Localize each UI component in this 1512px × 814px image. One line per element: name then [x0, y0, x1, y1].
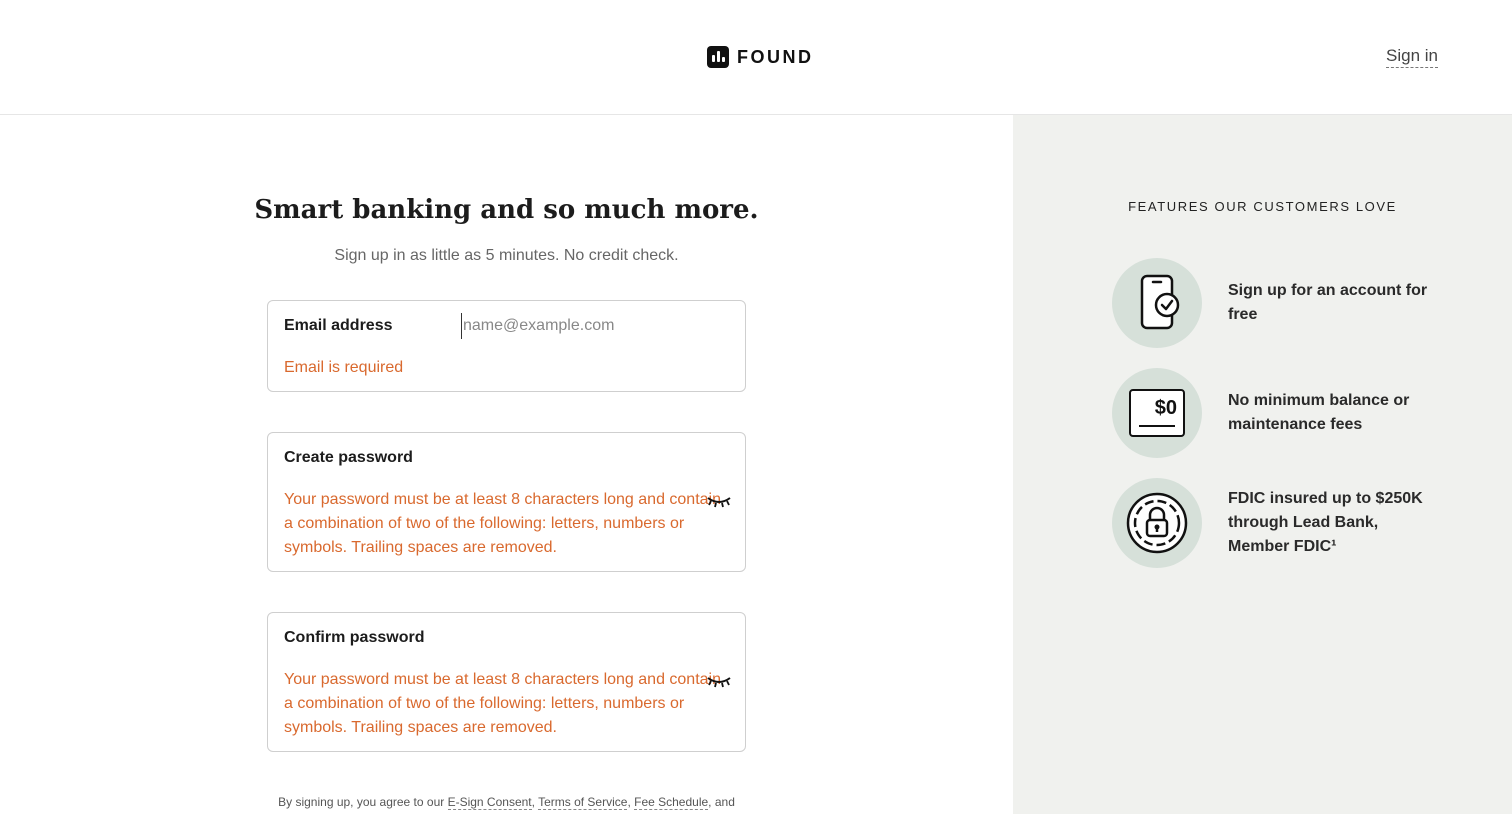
email-error: Email is required: [284, 359, 404, 376]
features-panel: FEATURES OUR CUSTOMERS LOVE Sign up for …: [1013, 115, 1512, 814]
found-logo[interactable]: FOUND: [707, 45, 814, 69]
feature-item: FDIC insured up to $250K through Lead Ba…: [1112, 478, 1452, 568]
toggle-password-visibility-button[interactable]: [706, 493, 732, 509]
feature-text: No minimum balance or maintenance fees: [1228, 392, 1410, 433]
eye-closed-icon: [707, 677, 731, 688]
esign-consent-link[interactable]: E-Sign Consent: [447, 795, 532, 810]
create-password-label: Create password: [284, 449, 413, 466]
feature-icon-circle: [1112, 258, 1202, 348]
feature-item: $0 No minimum balance or maintenance fee…: [1112, 368, 1452, 458]
lock-icon: [1126, 492, 1188, 554]
brand-name: FOUND: [737, 46, 814, 67]
legal-prefix: By signing up, you agree to our: [278, 795, 445, 809]
confirm-password-label: Confirm password: [284, 629, 425, 646]
feature-icon-circle: [1112, 478, 1202, 568]
top-header: FOUND Sign in: [0, 0, 1512, 115]
create-password-field-container[interactable]: Create password Your password must be at…: [267, 432, 746, 572]
eye-closed-icon: [707, 497, 731, 508]
feature-text: FDIC insured up to $250K through Lead Ba…: [1228, 490, 1423, 555]
confirm-password-error: Your password must be at least 8 charact…: [284, 671, 721, 736]
create-password-error: Your password must be at least 8 charact…: [284, 491, 721, 556]
zero-dollar-icon: $0: [1129, 389, 1185, 437]
feature-item: Sign up for an account for free: [1112, 258, 1452, 348]
sign-in-link[interactable]: Sign in: [1386, 46, 1438, 68]
phone-check-icon: [1140, 274, 1180, 330]
page-title: Smart banking and so much more.: [254, 195, 759, 225]
terms-of-service-link[interactable]: Terms of Service: [538, 795, 628, 810]
fee-schedule-link[interactable]: Fee Schedule: [634, 795, 709, 810]
features-title: FEATURES OUR CUSTOMERS LOVE: [1128, 199, 1397, 214]
legal-suffix: and: [714, 795, 735, 809]
feature-icon-circle: $0: [1112, 368, 1202, 458]
confirm-password-field-container[interactable]: Confirm password Your password must be a…: [267, 612, 746, 752]
feature-text: Sign up for an account for free: [1228, 282, 1428, 323]
email-input[interactable]: [461, 313, 731, 339]
page-subtitle: Sign up in as little as 5 minutes. No cr…: [334, 247, 679, 264]
email-label: Email address: [284, 317, 393, 334]
email-field-container[interactable]: Email address Email is required: [267, 300, 746, 392]
toggle-confirm-password-visibility-button[interactable]: [706, 673, 732, 689]
found-logo-icon: [707, 46, 729, 68]
legal-disclaimer: By signing up, you agree to our E-Sign C…: [278, 795, 735, 810]
zero-dollar-text: $0: [1154, 397, 1177, 419]
